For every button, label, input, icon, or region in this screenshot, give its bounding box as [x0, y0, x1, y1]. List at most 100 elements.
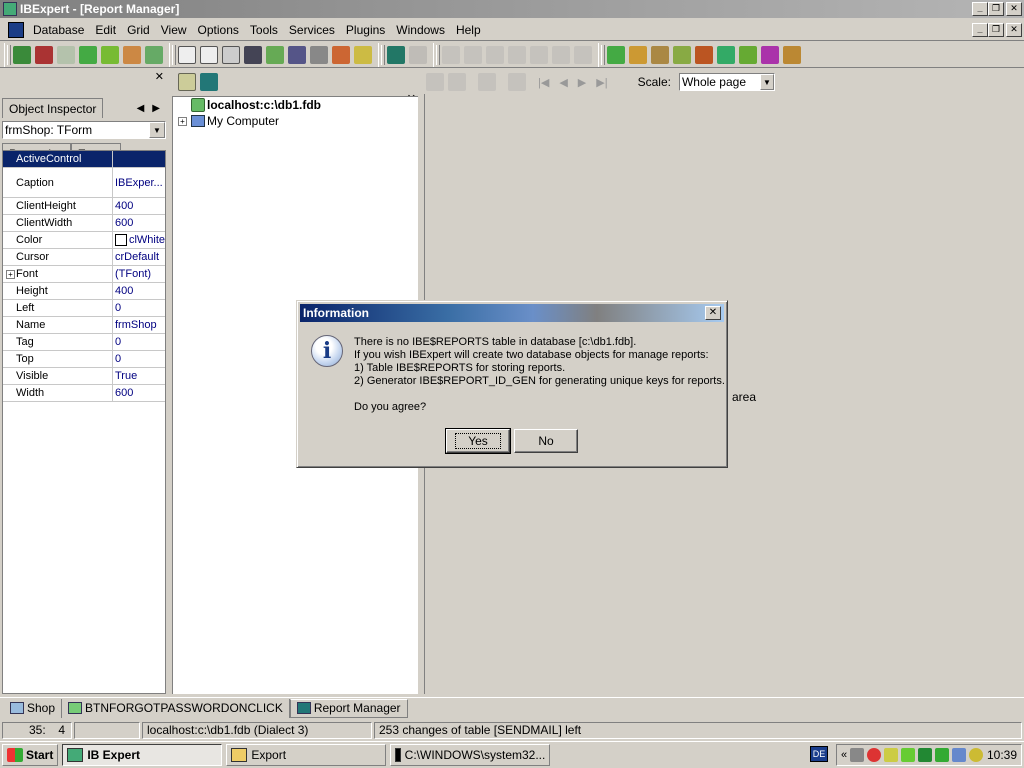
dialog-title-bar[interactable]: Information ✕ [300, 304, 724, 322]
property-row[interactable]: ActiveControl [3, 151, 165, 168]
property-value[interactable]: clWhite [113, 232, 165, 248]
print-icon[interactable] [310, 45, 328, 64]
tray-expand-icon[interactable]: « [841, 749, 847, 761]
zoom-icon[interactable] [426, 73, 444, 91]
property-row[interactable]: ClientHeight 400 [3, 198, 165, 215]
new-generator-icon[interactable] [695, 45, 713, 64]
property-value[interactable]: (TFont) [113, 266, 165, 282]
property-value[interactable]: 400 [113, 283, 165, 299]
sql-editor-icon[interactable] [200, 45, 218, 64]
property-row[interactable]: Height 400 [3, 283, 165, 300]
new-procedure-icon[interactable] [651, 45, 669, 64]
close-button[interactable]: ✕ [1006, 2, 1022, 16]
new-table-icon[interactable] [607, 45, 625, 64]
mdi-close-button[interactable]: ✕ [1006, 23, 1022, 37]
exit-icon[interactable] [145, 45, 163, 64]
new-view-icon[interactable] [629, 45, 647, 64]
camera-tray-icon[interactable] [850, 748, 865, 762]
blob-viewer-icon[interactable] [387, 45, 405, 64]
tray-icon-5[interactable] [901, 748, 916, 762]
menu-plugins[interactable]: Plugins [341, 23, 391, 37]
property-row[interactable]: Name frmShop [3, 317, 165, 334]
property-value[interactable]: crDefault [113, 249, 165, 265]
property-row[interactable]: Left 0 [3, 300, 165, 317]
property-value[interactable]: 0 [113, 300, 165, 316]
menu-edit[interactable]: Edit [90, 23, 122, 37]
object-inspector-tab[interactable]: Object Inspector [2, 98, 104, 118]
task-cmd[interactable]: C:\WINDOWS\system32... [390, 744, 551, 766]
property-value[interactable]: frmShop [113, 317, 165, 333]
disconnect-icon[interactable] [101, 45, 119, 64]
database-properties-icon[interactable] [123, 45, 141, 64]
open-icon[interactable] [442, 45, 460, 64]
new-domain-icon[interactable] [717, 45, 735, 64]
query-builder-icon[interactable] [244, 45, 262, 64]
chevron-down-icon[interactable]: ▼ [759, 74, 774, 90]
tab-left-arrow-icon[interactable]: ◀ [137, 103, 145, 114]
expand-plus-icon[interactable]: + [178, 116, 187, 126]
restore-button[interactable]: ❐ [988, 2, 1004, 16]
new-exception-icon[interactable] [739, 45, 757, 64]
prev-page-icon[interactable]: ◀ [559, 76, 567, 89]
property-value[interactable]: 600 [113, 385, 165, 401]
new-role-icon[interactable] [783, 45, 801, 64]
next-page-icon[interactable]: ▶ [578, 76, 586, 89]
register-database-icon[interactable] [13, 45, 31, 64]
cut-icon[interactable] [486, 45, 504, 64]
chevron-down-icon[interactable]: ▼ [149, 122, 165, 138]
tray-icon-9[interactable] [969, 748, 984, 762]
property-value[interactable]: 0 [113, 351, 165, 367]
undo-icon[interactable] [552, 45, 570, 64]
print-preview-icon[interactable] [508, 73, 526, 91]
property-value[interactable]: 0 [113, 334, 165, 350]
menu-services[interactable]: Services [284, 23, 341, 37]
new-document-icon[interactable] [178, 45, 196, 64]
property-row[interactable]: Color clWhite [3, 232, 165, 249]
tree-node-database[interactable]: localhost:c:\db1.fdb [173, 97, 418, 113]
user-manager-icon[interactable] [332, 45, 350, 64]
property-row[interactable]: Tag 0 [3, 334, 165, 351]
open-folder-icon[interactable] [178, 73, 196, 91]
property-row[interactable]: Caption IBExper... [3, 168, 165, 198]
property-row[interactable]: Visible True [3, 368, 165, 385]
property-row[interactable]: + Font (TFont) [3, 266, 165, 283]
property-value[interactable]: 600 [113, 215, 165, 231]
mdi-tab-report-manager[interactable]: Report Manager [289, 698, 408, 718]
property-value[interactable] [113, 151, 165, 167]
copy-icon[interactable] [508, 45, 526, 64]
expand-plus-icon[interactable]: + [6, 269, 15, 279]
new-udf-icon[interactable] [761, 45, 779, 64]
property-row[interactable]: ClientWidth 600 [3, 215, 165, 232]
tab-right-arrow-icon[interactable]: ▶ [152, 103, 160, 114]
tray-icon-7[interactable] [935, 748, 950, 762]
script-executive-icon[interactable] [222, 45, 240, 64]
start-button[interactable]: Start [2, 744, 59, 766]
new-trigger-icon[interactable] [673, 45, 691, 64]
save-icon[interactable] [464, 45, 482, 64]
unregister-database-icon[interactable] [35, 45, 53, 64]
data-analysis-icon[interactable] [266, 45, 284, 64]
save-preview-icon[interactable] [478, 73, 496, 91]
menu-tools[interactable]: Tools [245, 23, 284, 37]
yes-button[interactable]: Yes [445, 428, 511, 454]
menu-view[interactable]: View [156, 23, 193, 37]
reconnect-icon[interactable] [79, 45, 97, 64]
menu-grid[interactable]: Grid [122, 23, 156, 37]
mdi-tab-procedure[interactable]: BTNFORGOTPASSWORDONCLICK [62, 698, 290, 718]
property-row[interactable]: Cursor crDefault [3, 249, 165, 266]
edit-icon[interactable] [409, 45, 427, 64]
menu-database[interactable]: Database [28, 23, 90, 37]
dialog-close-button[interactable]: ✕ [705, 306, 721, 320]
property-value[interactable]: IBExper... [113, 168, 165, 197]
antivirus-tray-icon[interactable] [867, 748, 882, 762]
save-report-icon[interactable] [200, 73, 218, 91]
no-button[interactable]: No [514, 429, 578, 453]
tree-node-my-computer[interactable]: + My Computer [173, 113, 418, 129]
menu-help[interactable]: Help [451, 23, 487, 37]
property-row[interactable]: Top 0 [3, 351, 165, 368]
tray-icon-4[interactable] [884, 748, 899, 762]
redo-icon[interactable] [574, 45, 592, 64]
tray-icon-8[interactable] [952, 748, 967, 762]
mdi-minimize-button[interactable]: _ [972, 23, 988, 37]
property-row[interactable]: Width 600 [3, 385, 165, 402]
